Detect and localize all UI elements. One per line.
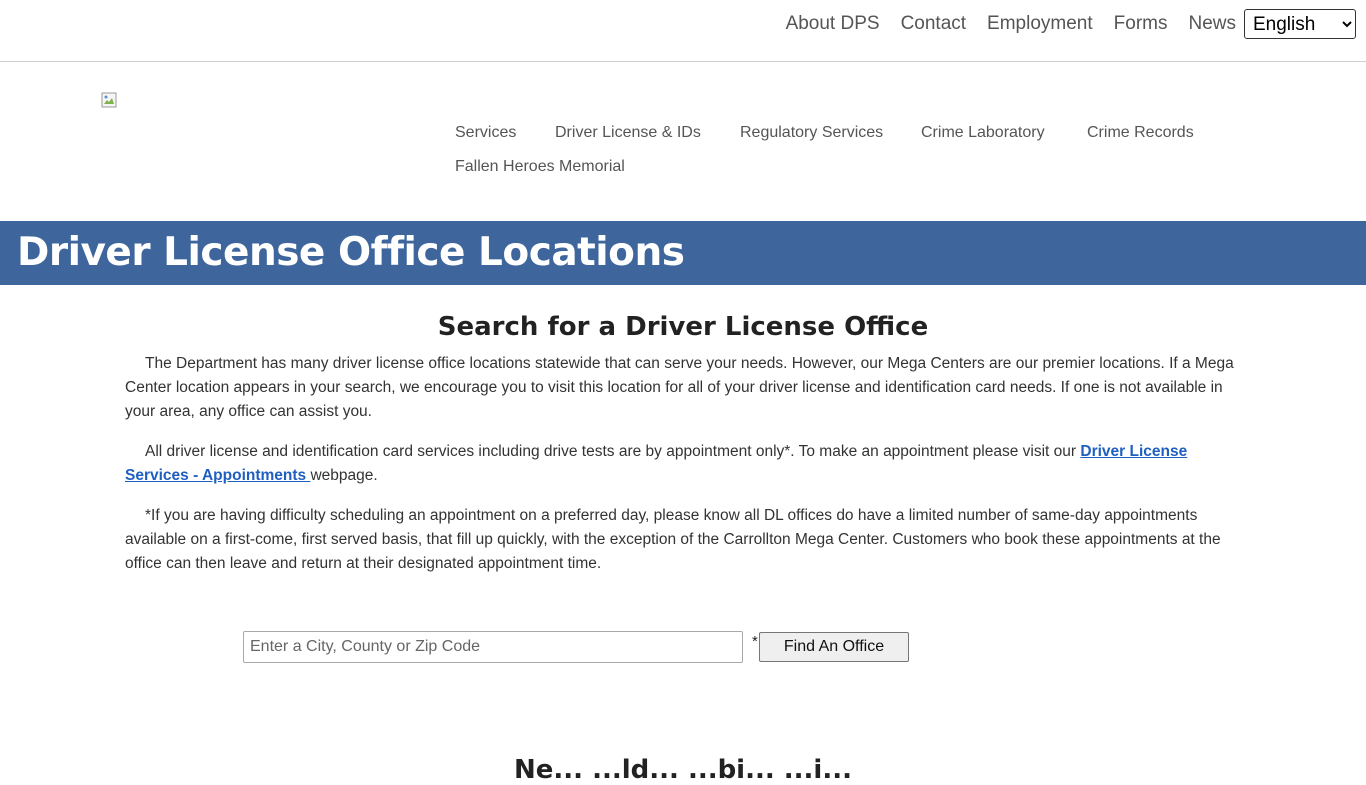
appointment-paragraph: All driver license and identification ca… [125, 440, 1241, 488]
next-section-heading: Ne... ...ld... ...bi... ...i... [514, 755, 852, 785]
news-link[interactable]: News [1188, 8, 1236, 40]
main-content: Search for a Driver License Office The D… [125, 308, 1241, 592]
contact-link[interactable]: Contact [901, 8, 966, 40]
nav-crime-records[interactable]: Crime Records [1087, 124, 1194, 142]
utility-links: About DPS Contact Employment Forms News … [786, 8, 1356, 40]
language-select[interactable]: English [1244, 9, 1356, 39]
top-utility-bar: About DPS Contact Employment Forms News … [0, 0, 1366, 62]
same-day-note-paragraph: *If you are having difficulty scheduling… [125, 507, 1221, 572]
location-search-input[interactable] [243, 631, 743, 663]
section-heading: Search for a Driver License Office [437, 312, 929, 342]
employment-link[interactable]: Employment [987, 8, 1093, 40]
required-marker: * [752, 633, 758, 650]
page-banner: Driver License Office Locations [0, 221, 1366, 285]
page-title: Driver License Office Locations [17, 230, 685, 275]
appointment-text: All driver license and identification ca… [145, 443, 1081, 460]
broken-image-icon [101, 92, 117, 108]
forms-link[interactable]: Forms [1114, 8, 1168, 40]
find-office-button[interactable]: Find An Office [759, 632, 909, 662]
intro-paragraph: The Department has many driver license o… [125, 355, 1234, 420]
site-logo[interactable] [101, 92, 117, 108]
appointment-text-end: webpage. [310, 467, 378, 484]
nav-services[interactable]: Services [455, 124, 516, 142]
nav-driver-license-ids[interactable]: Driver License & IDs [555, 124, 701, 142]
nav-regulatory-services[interactable]: Regulatory Services [740, 124, 883, 142]
about-dps-link[interactable]: About DPS [786, 8, 880, 40]
nav-crime-laboratory[interactable]: Crime Laboratory [921, 124, 1045, 142]
nav-fallen-heroes-memorial[interactable]: Fallen Heroes Memorial [455, 158, 625, 176]
